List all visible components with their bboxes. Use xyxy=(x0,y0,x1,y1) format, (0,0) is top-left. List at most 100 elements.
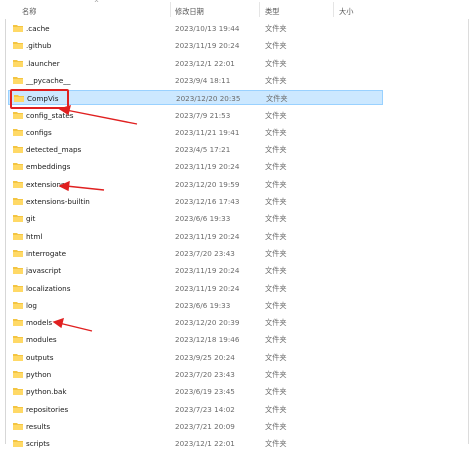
file-modified: 2023/7/23 14:02 xyxy=(175,404,235,414)
folder-icon xyxy=(13,198,23,205)
list-item[interactable]: configs 2023/11/21 19:41 文件夹 xyxy=(8,125,383,140)
folder-icon xyxy=(13,371,23,378)
list-item[interactable]: detected_maps 2023/4/5 17:21 文件夹 xyxy=(8,142,383,157)
list-item[interactable]: localizations 2023/11/19 20:24 文件夹 xyxy=(8,281,383,296)
list-item[interactable]: log 2023/6/6 19:33 文件夹 xyxy=(8,298,383,313)
folder-icon xyxy=(13,111,23,119)
file-modified: 2023/11/19 20:24 xyxy=(175,41,240,51)
file-type: 文件夹 xyxy=(265,370,287,379)
list-item[interactable]: config_states 2023/7/9 21:53 文件夹 xyxy=(8,108,383,123)
list-item[interactable]: html 2023/11/19 20:24 文件夹 xyxy=(8,229,383,244)
list-item[interactable]: extensions 2023/12/20 19:59 文件夹 xyxy=(8,177,383,192)
folder-icon xyxy=(13,267,23,275)
file-name: models xyxy=(26,318,53,328)
file-modified: 2023/11/19 20:24 xyxy=(175,231,240,241)
list-item[interactable]: models 2023/12/20 20:39 文件夹 xyxy=(8,315,383,330)
list-item[interactable]: __pycache__ 2023/9/4 18:11 文件夹 xyxy=(8,73,383,88)
list-item[interactable]: git 2023/6/6 19:33 文件夹 xyxy=(8,211,383,226)
list-item[interactable]: extensions-builtin 2023/12/16 17:43 文件夹 xyxy=(8,194,383,209)
sort-up-icon[interactable]: ^ xyxy=(94,0,99,7)
file-name: configs xyxy=(26,127,52,137)
left-border xyxy=(5,0,6,444)
folder-icon xyxy=(13,232,23,240)
file-modified: 2023/4/5 17:21 xyxy=(175,145,231,155)
file-modified: 2023/7/21 20:09 xyxy=(175,421,235,431)
file-modified: 2023/12/1 22:01 xyxy=(175,58,235,68)
list-item[interactable]: javascript 2023/11/19 20:24 文件夹 xyxy=(8,263,383,278)
file-type: 文件夹 xyxy=(265,283,287,293)
column-modified[interactable]: 修改日期 xyxy=(175,7,204,17)
file-modified: 2023/11/19 20:24 xyxy=(175,266,240,276)
file-type: 文件夹 xyxy=(265,335,287,345)
list-item[interactable]: modules 2023/12/18 19:46 文件夹 xyxy=(8,332,383,347)
file-type: 文件夹 xyxy=(266,94,288,104)
column-divider[interactable] xyxy=(333,2,334,17)
file-type: 文件夹 xyxy=(265,58,287,68)
file-type: 文件夹 xyxy=(265,266,287,276)
folder-icon xyxy=(13,128,23,136)
file-name: repositories xyxy=(26,404,69,414)
file-name: html xyxy=(26,231,43,241)
file-modified: 2023/6/19 23:45 xyxy=(175,387,235,397)
file-modified: 2023/12/16 17:43 xyxy=(175,197,240,206)
folder-icon xyxy=(13,319,23,327)
list-item[interactable]: python 2023/7/20 23:43 文件夹 xyxy=(8,367,383,382)
right-scroll-border xyxy=(468,0,469,444)
column-type[interactable]: 类型 xyxy=(265,7,279,17)
file-name: extensions-builtin xyxy=(26,197,90,206)
file-name: python.bak xyxy=(26,387,67,397)
folder-icon xyxy=(13,405,23,413)
file-modified: 2023/11/19 20:24 xyxy=(175,283,240,293)
file-type: 文件夹 xyxy=(265,387,287,397)
folder-icon xyxy=(13,353,23,361)
file-modified: 2023/11/19 20:24 xyxy=(175,162,240,172)
list-item[interactable]: .github 2023/11/19 20:24 文件夹 xyxy=(8,38,383,53)
list-item[interactable]: interrogate 2023/7/20 23:43 文件夹 xyxy=(8,246,383,261)
folder-icon xyxy=(13,388,23,396)
file-type: 文件夹 xyxy=(265,110,287,120)
file-modified: 2023/9/25 20:24 xyxy=(175,352,235,362)
file-name: results xyxy=(26,421,51,431)
file-modified: 2023/6/6 19:33 xyxy=(175,214,231,224)
column-size[interactable]: 大小 xyxy=(339,7,353,17)
file-name: embeddings xyxy=(26,162,71,172)
folder-icon xyxy=(13,422,23,430)
column-name[interactable]: 名称 xyxy=(22,7,36,17)
folder-icon xyxy=(13,76,23,84)
list-item[interactable]: outputs 2023/9/25 20:24 文件夹 xyxy=(8,350,383,365)
file-type: 文件夹 xyxy=(265,214,287,224)
folder-icon xyxy=(13,284,23,292)
file-type: 文件夹 xyxy=(265,179,287,189)
file-name: config_states xyxy=(26,110,74,120)
list-item[interactable]: embeddings 2023/11/19 20:24 文件夹 xyxy=(8,159,383,174)
file-type: 文件夹 xyxy=(265,24,287,33)
folder-icon xyxy=(13,59,23,67)
file-type: 文件夹 xyxy=(265,439,287,449)
folder-icon xyxy=(13,249,23,257)
file-type: 文件夹 xyxy=(265,248,287,258)
file-modified: 2023/7/20 23:43 xyxy=(175,370,235,379)
column-divider[interactable] xyxy=(259,2,260,17)
file-type: 文件夹 xyxy=(265,231,287,241)
file-type: 文件夹 xyxy=(265,75,287,85)
list-item[interactable]: python.bak 2023/6/19 23:45 文件夹 xyxy=(8,384,383,399)
file-modified: 2023/12/20 20:35 xyxy=(176,94,241,104)
file-name: extensions xyxy=(26,179,65,189)
folder-icon xyxy=(13,42,23,50)
file-name: __pycache__ xyxy=(26,75,71,85)
file-modified: 2023/12/20 19:59 xyxy=(175,179,240,189)
file-name: modules xyxy=(26,335,57,345)
file-modified: 2023/11/21 19:41 xyxy=(175,127,240,137)
list-item[interactable]: repositories 2023/7/23 14:02 文件夹 xyxy=(8,402,383,417)
column-divider[interactable] xyxy=(170,2,171,17)
list-item[interactable]: .cache 2023/10/13 19:44 文件夹 xyxy=(8,21,383,36)
list-item[interactable]: results 2023/7/21 20:09 文件夹 xyxy=(8,419,383,434)
file-name: detected_maps xyxy=(26,145,82,155)
list-item[interactable]: .launcher 2023/12/1 22:01 文件夹 xyxy=(8,56,383,71)
file-name: localizations xyxy=(26,283,71,293)
file-type: 文件夹 xyxy=(265,352,287,362)
file-type: 文件夹 xyxy=(265,318,287,328)
file-modified: 2023/12/18 19:46 xyxy=(175,335,240,345)
folder-icon xyxy=(13,163,23,171)
file-type: 文件夹 xyxy=(265,421,287,431)
